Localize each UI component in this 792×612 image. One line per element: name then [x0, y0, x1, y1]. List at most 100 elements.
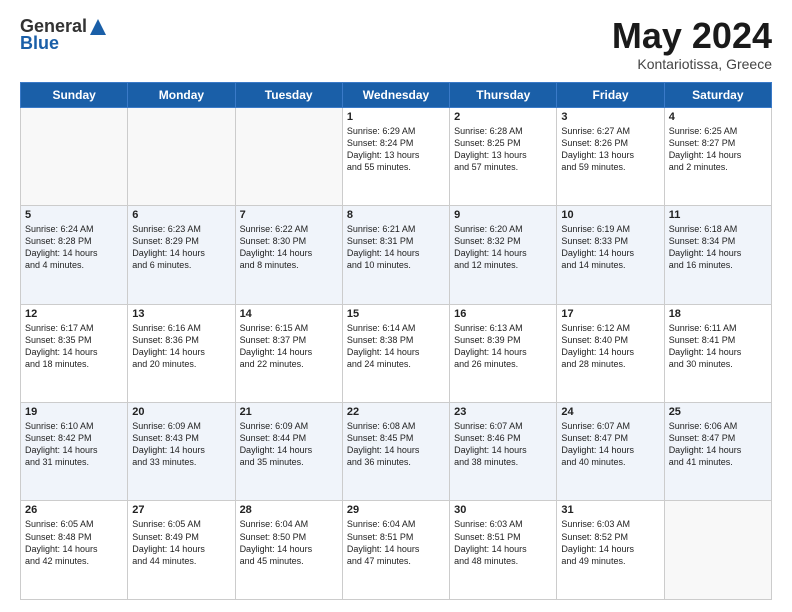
day-number: 4: [669, 111, 767, 123]
table-row: 10Sunrise: 6:19 AM Sunset: 8:33 PM Dayli…: [557, 206, 664, 304]
day-info: Sunrise: 6:05 AM Sunset: 8:48 PM Dayligh…: [25, 518, 123, 567]
day-info: Sunrise: 6:24 AM Sunset: 8:28 PM Dayligh…: [25, 223, 123, 272]
day-number: 11: [669, 209, 767, 221]
table-row: 27 Sunrise: 6:05 AM Sunset: 8:49 PM Dayli…: [128, 501, 235, 600]
calendar-week-row: 19 Sunrise: 6:10 AM Sunset: 8:42 PM Dayli…: [21, 403, 772, 501]
col-thursday: Thursday: [450, 82, 557, 107]
calendar-week-row: 1 Sunrise: 6:29 AM Sunset: 8:24 PM Daylig…: [21, 107, 772, 205]
table-row: 28 Sunrise: 6:04 AM Sunset: 8:50 PM Dayli…: [235, 501, 342, 600]
header: General Blue May 2024 Kontariotissa, Gre…: [20, 16, 772, 72]
day-number: 23: [454, 406, 552, 418]
page: General Blue May 2024 Kontariotissa, Gre…: [0, 0, 792, 612]
table-row: 21 Sunrise: 6:09 AM Sunset: 8:44 PM Dayli…: [235, 403, 342, 501]
day-info: Sunrise: 6:09 AM Sunset: 8:43 PM Dayligh…: [132, 420, 230, 469]
day-number: 16: [454, 308, 552, 320]
table-row: 20 Sunrise: 6:09 AM Sunset: 8:43 PM Dayli…: [128, 403, 235, 501]
day-number: 10: [561, 209, 659, 221]
day-number: 2: [454, 111, 552, 123]
col-friday: Friday: [557, 82, 664, 107]
day-info: Sunrise: 6:22 AM Sunset: 8:30 PM Dayligh…: [240, 223, 338, 272]
title-month: May 2024: [612, 16, 772, 56]
day-info: Sunrise: 6:15 AM Sunset: 8:37 PM Dayligh…: [240, 322, 338, 371]
table-row: 16 Sunrise: 6:13 AM Sunset: 8:39 PM Dayli…: [450, 304, 557, 402]
table-row: 26 Sunrise: 6:05 AM Sunset: 8:48 PM Dayli…: [21, 501, 128, 600]
day-number: 5: [25, 209, 123, 221]
table-row: 31 Sunrise: 6:03 AM Sunset: 8:52 PM Dayli…: [557, 501, 664, 600]
day-number: 6: [132, 209, 230, 221]
table-row: 17Sunrise: 6:12 AM Sunset: 8:40 PM Dayli…: [557, 304, 664, 402]
table-row: 11 Sunrise: 6:18 AM Sunset: 8:34 PM Dayli…: [664, 206, 771, 304]
day-number: 29: [347, 504, 445, 516]
day-number: 22: [347, 406, 445, 418]
day-number: 7: [240, 209, 338, 221]
day-info: Sunrise: 6:25 AM Sunset: 8:27 PM Dayligh…: [669, 125, 767, 174]
calendar-week-row: 12Sunrise: 6:17 AM Sunset: 8:35 PM Dayli…: [21, 304, 772, 402]
day-info: Sunrise: 6:08 AM Sunset: 8:45 PM Dayligh…: [347, 420, 445, 469]
day-number: 31: [561, 504, 659, 516]
day-number: 21: [240, 406, 338, 418]
day-number: 30: [454, 504, 552, 516]
title-block: May 2024 Kontariotissa, Greece: [612, 16, 772, 72]
day-number: 13: [132, 308, 230, 320]
table-row: 8 Sunrise: 6:21 AM Sunset: 8:31 PM Daylig…: [342, 206, 449, 304]
day-number: 20: [132, 406, 230, 418]
day-number: 14: [240, 308, 338, 320]
col-sunday: Sunday: [21, 82, 128, 107]
day-info: Sunrise: 6:27 AM Sunset: 8:26 PM Dayligh…: [561, 125, 659, 174]
day-info: Sunrise: 6:29 AM Sunset: 8:24 PM Dayligh…: [347, 125, 445, 174]
day-info: Sunrise: 6:11 AM Sunset: 8:41 PM Dayligh…: [669, 322, 767, 371]
logo: General Blue: [20, 16, 109, 54]
day-number: 17: [561, 308, 659, 320]
table-row: 13Sunrise: 6:16 AM Sunset: 8:36 PM Dayli…: [128, 304, 235, 402]
col-wednesday: Wednesday: [342, 82, 449, 107]
day-number: 12: [25, 308, 123, 320]
logo-icon: [88, 17, 108, 37]
table-row: 14 Sunrise: 6:15 AM Sunset: 8:37 PM Dayli…: [235, 304, 342, 402]
day-number: 19: [25, 406, 123, 418]
day-number: 26: [25, 504, 123, 516]
table-row: [235, 107, 342, 205]
table-row: 6 Sunrise: 6:23 AM Sunset: 8:29 PM Daylig…: [128, 206, 235, 304]
table-row: [21, 107, 128, 205]
col-tuesday: Tuesday: [235, 82, 342, 107]
col-monday: Monday: [128, 82, 235, 107]
day-info: Sunrise: 6:04 AM Sunset: 8:51 PM Dayligh…: [347, 518, 445, 567]
table-row: 5 Sunrise: 6:24 AM Sunset: 8:28 PM Daylig…: [21, 206, 128, 304]
table-row: 22 Sunrise: 6:08 AM Sunset: 8:45 PM Dayli…: [342, 403, 449, 501]
table-row: 29 Sunrise: 6:04 AM Sunset: 8:51 PM Dayli…: [342, 501, 449, 600]
day-number: 27: [132, 504, 230, 516]
day-number: 8: [347, 209, 445, 221]
day-info: Sunrise: 6:07 AM Sunset: 8:46 PM Dayligh…: [454, 420, 552, 469]
day-info: Sunrise: 6:03 AM Sunset: 8:52 PM Dayligh…: [561, 518, 659, 567]
table-row: 15Sunrise: 6:14 AM Sunset: 8:38 PM Dayli…: [342, 304, 449, 402]
calendar-table: Sunday Monday Tuesday Wednesday Thursday…: [20, 82, 772, 600]
table-row: 2 Sunrise: 6:28 AM Sunset: 8:25 PM Daylig…: [450, 107, 557, 205]
col-saturday: Saturday: [664, 82, 771, 107]
day-info: Sunrise: 6:04 AM Sunset: 8:50 PM Dayligh…: [240, 518, 338, 567]
day-info: Sunrise: 6:23 AM Sunset: 8:29 PM Dayligh…: [132, 223, 230, 272]
day-number: 1: [347, 111, 445, 123]
table-row: 25 Sunrise: 6:06 AM Sunset: 8:47 PM Dayli…: [664, 403, 771, 501]
table-row: 12Sunrise: 6:17 AM Sunset: 8:35 PM Dayli…: [21, 304, 128, 402]
calendar-week-row: 26 Sunrise: 6:05 AM Sunset: 8:48 PM Dayli…: [21, 501, 772, 600]
day-info: Sunrise: 6:10 AM Sunset: 8:42 PM Dayligh…: [25, 420, 123, 469]
day-info: Sunrise: 6:13 AM Sunset: 8:39 PM Dayligh…: [454, 322, 552, 371]
day-info: Sunrise: 6:09 AM Sunset: 8:44 PM Dayligh…: [240, 420, 338, 469]
day-info: Sunrise: 6:03 AM Sunset: 8:51 PM Dayligh…: [454, 518, 552, 567]
table-row: 30 Sunrise: 6:03 AM Sunset: 8:51 PM Dayli…: [450, 501, 557, 600]
table-row: 24Sunrise: 6:07 AM Sunset: 8:47 PM Dayli…: [557, 403, 664, 501]
day-number: 25: [669, 406, 767, 418]
day-info: Sunrise: 6:05 AM Sunset: 8:49 PM Dayligh…: [132, 518, 230, 567]
day-number: 28: [240, 504, 338, 516]
table-row: 18Sunrise: 6:11 AM Sunset: 8:41 PM Dayli…: [664, 304, 771, 402]
table-row: 7 Sunrise: 6:22 AM Sunset: 8:30 PM Daylig…: [235, 206, 342, 304]
day-info: Sunrise: 6:06 AM Sunset: 8:47 PM Dayligh…: [669, 420, 767, 469]
day-info: Sunrise: 6:18 AM Sunset: 8:34 PM Dayligh…: [669, 223, 767, 272]
header-row: Sunday Monday Tuesday Wednesday Thursday…: [21, 82, 772, 107]
day-info: Sunrise: 6:21 AM Sunset: 8:31 PM Dayligh…: [347, 223, 445, 272]
day-number: 3: [561, 111, 659, 123]
table-row: [664, 501, 771, 600]
table-row: 9Sunrise: 6:20 AM Sunset: 8:32 PM Daylig…: [450, 206, 557, 304]
day-number: 9: [454, 209, 552, 221]
day-info: Sunrise: 6:28 AM Sunset: 8:25 PM Dayligh…: [454, 125, 552, 174]
